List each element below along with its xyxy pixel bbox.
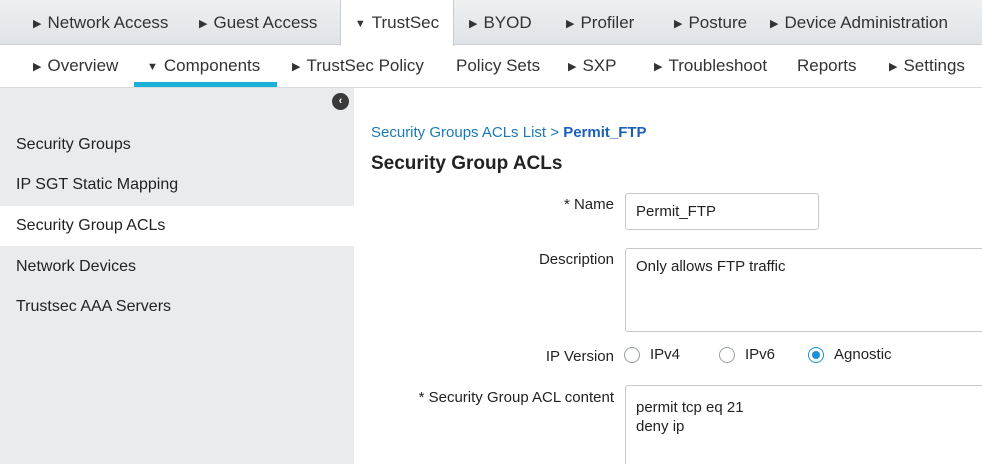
active-subtab-indicator bbox=[134, 82, 277, 87]
tab-label: BYOD bbox=[483, 13, 532, 32]
main-content: Security Groups ACLs List > Permit_FTP S… bbox=[354, 88, 982, 464]
tab-label: Profiler bbox=[580, 13, 635, 32]
sidebar-item-trustsec-aaa-servers[interactable]: Trustsec AAA Servers bbox=[0, 287, 354, 327]
subtab-sxp[interactable]: ▶ SXP bbox=[568, 46, 617, 88]
breadcrumb: Security Groups ACLs List > Permit_FTP bbox=[371, 124, 647, 141]
tab-label: Posture bbox=[688, 13, 748, 32]
tab-device-administration[interactable]: ▶ Device Administration bbox=[770, 0, 948, 45]
caret-right-icon: ▶ bbox=[292, 61, 301, 73]
subtab-label: Components bbox=[163, 56, 261, 75]
subtab-settings[interactable]: ▶ Settings bbox=[889, 46, 965, 88]
description-label: Description bbox=[538, 251, 614, 268]
subtab-policy-sets[interactable]: Policy Sets bbox=[456, 46, 540, 88]
caret-down-icon: ▼ bbox=[354, 18, 366, 30]
caret-right-icon: ▶ bbox=[654, 61, 663, 73]
chevron-left-icon[interactable]: ‹ bbox=[332, 93, 349, 110]
caret-right-icon: ▶ bbox=[770, 18, 779, 30]
subtab-reports[interactable]: Reports bbox=[797, 46, 857, 88]
subtab-label: Overview bbox=[47, 56, 119, 75]
ip-version-label: IP Version bbox=[545, 348, 614, 365]
name-field[interactable]: Permit_FTP bbox=[625, 193, 819, 230]
radio-ipv6[interactable] bbox=[719, 347, 735, 363]
radio-agnostic-label: Agnostic bbox=[834, 346, 892, 363]
description-field[interactable]: Only allows FTP traffic bbox=[625, 248, 982, 332]
caret-down-icon: ▼ bbox=[147, 61, 158, 73]
tab-guest-access[interactable]: ▶ Guest Access bbox=[199, 0, 317, 45]
tab-posture[interactable]: ▶ Posture bbox=[674, 0, 747, 45]
subtab-label: Settings bbox=[903, 56, 965, 75]
subtab-trustsec-policy[interactable]: ▶ TrustSec Policy bbox=[292, 46, 424, 88]
tab-trustsec[interactable]: ▼ TrustSec bbox=[340, 0, 454, 46]
caret-right-icon: ▶ bbox=[33, 61, 42, 73]
tab-label: Network Access bbox=[47, 13, 169, 32]
breadcrumb-current: Permit_FTP bbox=[563, 124, 647, 141]
sidebar-item-security-group-acls[interactable]: Security Group ACLs bbox=[0, 206, 354, 246]
tab-label: TrustSec bbox=[371, 13, 440, 32]
subtab-label: Policy Sets bbox=[456, 56, 541, 75]
sidebar-item-ip-sgt-static-mapping[interactable]: IP SGT Static Mapping bbox=[0, 165, 354, 205]
page-title: Security Group ACLs bbox=[371, 153, 563, 174]
tab-network-access[interactable]: ▶ Network Access bbox=[33, 0, 168, 45]
tab-label: Device Administration bbox=[784, 13, 948, 32]
subtab-label: SXP bbox=[582, 56, 617, 75]
caret-right-icon: ▶ bbox=[566, 18, 575, 30]
sidebar-item-network-devices[interactable]: Network Devices bbox=[0, 247, 354, 287]
subtab-overview[interactable]: ▶ Overview bbox=[33, 46, 118, 88]
tab-label: Guest Access bbox=[213, 13, 318, 32]
caret-right-icon: ▶ bbox=[33, 18, 42, 30]
sidebar-item-security-groups[interactable]: Security Groups bbox=[0, 125, 354, 165]
radio-ipv6-label: IPv6 bbox=[745, 346, 776, 363]
caret-right-icon: ▶ bbox=[674, 18, 683, 30]
top-nav: ▶ Network Access ▶ Guest Access ▼ TrustSec … bbox=[0, 0, 982, 46]
radio-agnostic[interactable] bbox=[808, 347, 824, 363]
radio-ipv4-label: IPv4 bbox=[650, 346, 681, 363]
tab-profiler[interactable]: ▶ Profiler bbox=[566, 0, 634, 45]
caret-right-icon: ▶ bbox=[568, 61, 577, 73]
name-label: * Name bbox=[563, 196, 614, 213]
breadcrumb-parent-link[interactable]: Security Groups ACLs List bbox=[371, 124, 546, 141]
breadcrumb-separator: > bbox=[550, 124, 560, 141]
subtab-label: Reports bbox=[797, 56, 857, 75]
subtab-label: Troubleshoot bbox=[668, 56, 768, 75]
acl-content-field[interactable]: permit tcp eq 21 deny ip bbox=[625, 385, 982, 464]
subtab-label: TrustSec Policy bbox=[306, 56, 424, 75]
acl-content-label: * Security Group ACL content bbox=[418, 389, 614, 406]
tab-byod[interactable]: ▶ BYOD bbox=[469, 0, 532, 45]
caret-right-icon: ▶ bbox=[469, 18, 478, 30]
caret-right-icon: ▶ bbox=[889, 61, 898, 73]
subtab-troubleshoot[interactable]: ▶ Troubleshoot bbox=[654, 46, 767, 88]
radio-ipv4[interactable] bbox=[624, 347, 640, 363]
caret-right-icon: ▶ bbox=[199, 18, 208, 30]
